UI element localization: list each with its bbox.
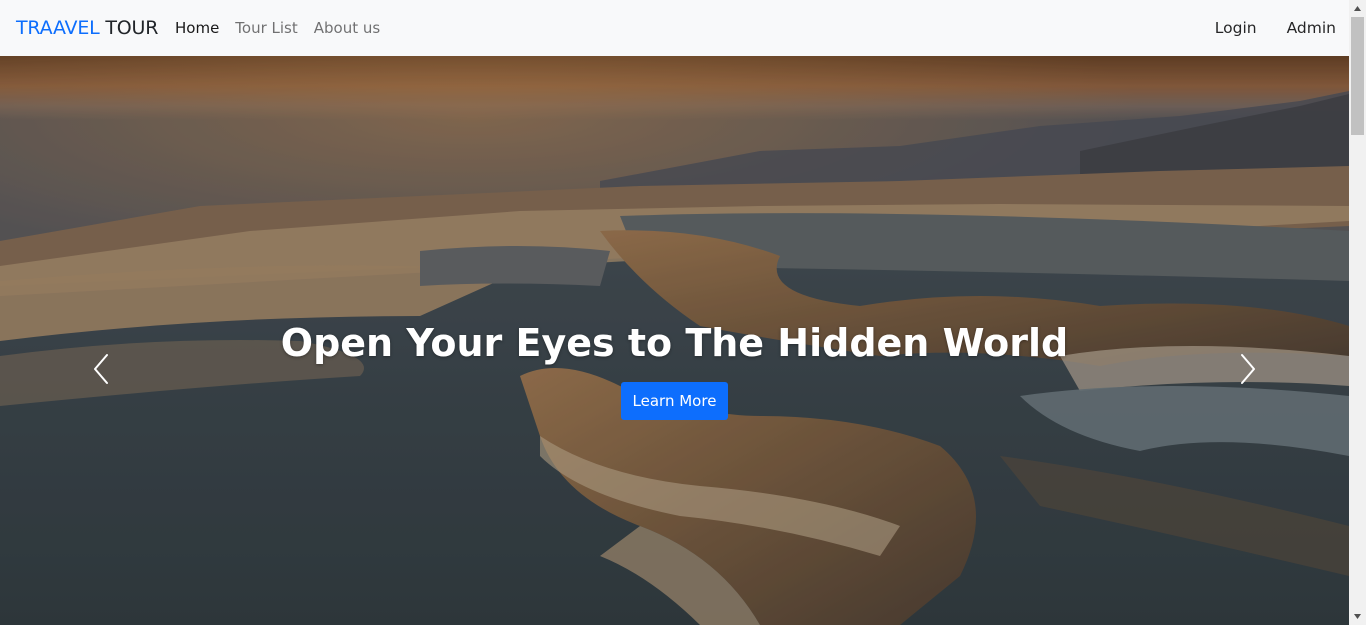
nav-link-tour-list[interactable]: Tour List (235, 18, 297, 39)
chevron-left-icon (94, 354, 108, 384)
scroll-up-arrow-icon[interactable] (1349, 0, 1366, 17)
carousel-next-button[interactable] (1233, 351, 1263, 387)
brand-logo[interactable]: TRAAVEL TOUR (16, 15, 158, 41)
scrollbar-thumb[interactable] (1351, 17, 1364, 135)
nav-link-login[interactable]: Login (1215, 18, 1257, 39)
carousel-prev-button[interactable] (86, 351, 116, 387)
nav-link-about-us[interactable]: About us (314, 18, 380, 39)
hero-title: Open Your Eyes to The Hidden World (280, 321, 1069, 365)
brand-text-primary: TRAAVEL (16, 17, 100, 39)
chevron-right-icon (1241, 354, 1255, 384)
page-scrollbar[interactable] (1349, 0, 1366, 625)
learn-more-button[interactable]: Learn More (621, 382, 728, 420)
nav-links: Home Tour List About us (175, 18, 380, 39)
navbar: TRAAVEL TOUR Home Tour List About us Log… (0, 0, 1349, 56)
nav-right-links: Login Admin (1215, 18, 1336, 39)
hero-carousel: Open Your Eyes to The Hidden World Learn… (0, 56, 1349, 625)
scroll-down-arrow-icon[interactable] (1349, 608, 1366, 625)
nav-link-home[interactable]: Home (175, 18, 219, 39)
nav-link-admin[interactable]: Admin (1287, 18, 1336, 39)
brand-text-secondary: TOUR (105, 17, 159, 39)
